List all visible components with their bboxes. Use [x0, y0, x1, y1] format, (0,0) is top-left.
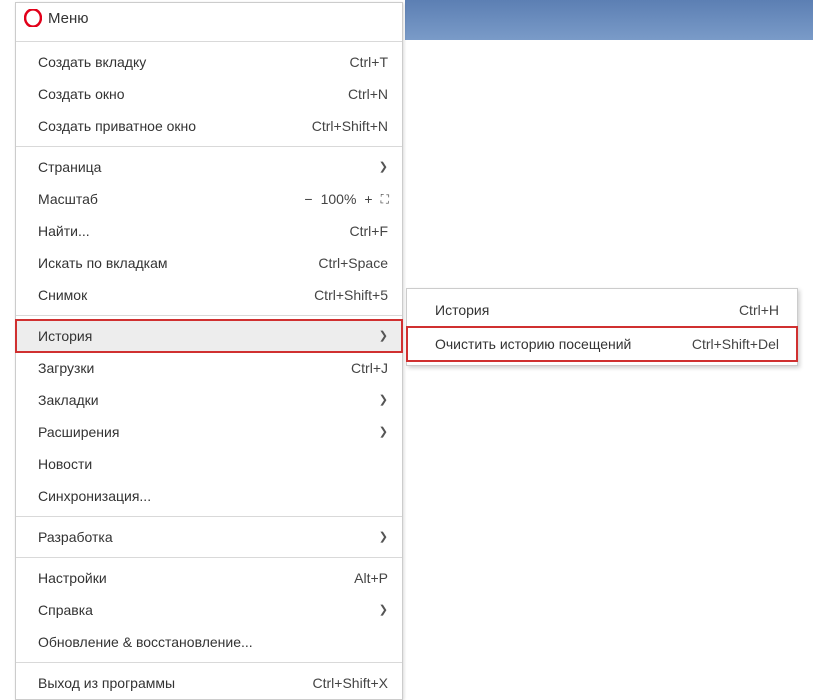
menu-bookmarks[interactable]: Закладки ❯ — [16, 384, 402, 416]
menu-item-label: История — [38, 326, 368, 346]
menu-item-label: Очистить историю посещений — [435, 334, 672, 354]
menu-item-label: Настройки — [38, 568, 334, 588]
zoom-in-button[interactable]: + — [362, 189, 374, 209]
menu-title: Меню — [48, 10, 89, 27]
menu-new-window[interactable]: Создать окно Ctrl+N — [16, 78, 402, 110]
menu-find[interactable]: Найти... Ctrl+F — [16, 215, 402, 247]
menu-item-label: Искать по вкладкам — [38, 253, 298, 273]
chevron-right-icon: ❯ — [378, 157, 388, 177]
chevron-right-icon: ❯ — [378, 422, 388, 442]
opera-logo-icon — [24, 9, 42, 27]
menu-extensions[interactable]: Расширения ❯ — [16, 416, 402, 448]
menu-title-row: Меню — [16, 3, 402, 37]
menu-item-label: Найти... — [38, 221, 330, 241]
submenu-open-history[interactable]: История Ctrl+H — [407, 293, 797, 327]
menu-snapshot[interactable]: Снимок Ctrl+Shift+5 — [16, 279, 402, 311]
zoom-controls: − 100% + ⛶ — [302, 189, 388, 209]
menu-item-shortcut: Ctrl+J — [351, 358, 388, 378]
menu-news[interactable]: Новости — [16, 448, 402, 480]
menu-item-label: Обновление & восстановление... — [38, 632, 388, 652]
menu-item-shortcut: Alt+P — [354, 568, 388, 588]
main-menu: Меню Создать вкладку Ctrl+T Создать окно… — [15, 2, 403, 700]
menu-item-shortcut: Ctrl+H — [739, 300, 779, 320]
menu-new-private-window[interactable]: Создать приватное окно Ctrl+Shift+N — [16, 110, 402, 142]
menu-settings[interactable]: Настройки Alt+P — [16, 562, 402, 594]
menu-item-label: Снимок — [38, 285, 294, 305]
chevron-right-icon: ❯ — [378, 600, 388, 620]
zoom-value: 100% — [321, 189, 357, 209]
chevron-right-icon: ❯ — [378, 390, 388, 410]
menu-new-tab[interactable]: Создать вкладку Ctrl+T — [16, 46, 402, 78]
submenu-clear-history[interactable]: Очистить историю посещений Ctrl+Shift+De… — [407, 327, 797, 361]
menu-history[interactable]: История ❯ — [16, 320, 402, 352]
zoom-out-button[interactable]: − — [302, 189, 314, 209]
separator — [16, 315, 402, 316]
chevron-right-icon: ❯ — [378, 326, 388, 346]
separator — [16, 662, 402, 663]
menu-develop[interactable]: Разработка ❯ — [16, 521, 402, 553]
menu-exit[interactable]: Выход из программы Ctrl+Shift+X — [16, 667, 402, 699]
menu-help[interactable]: Справка ❯ — [16, 594, 402, 626]
window-tab-bar — [405, 0, 813, 40]
menu-update[interactable]: Обновление & восстановление... — [16, 626, 402, 658]
separator — [16, 557, 402, 558]
fullscreen-icon[interactable]: ⛶ — [381, 189, 388, 209]
menu-item-shortcut: Ctrl+T — [350, 52, 389, 72]
menu-item-label: Разработка — [38, 527, 368, 547]
menu-tab-search[interactable]: Искать по вкладкам Ctrl+Space — [16, 247, 402, 279]
menu-item-shortcut: Ctrl+F — [350, 221, 389, 241]
history-submenu: История Ctrl+H Очистить историю посещени… — [406, 288, 798, 366]
menu-item-label: Загрузки — [38, 358, 331, 378]
menu-page[interactable]: Страница ❯ — [16, 151, 402, 183]
menu-item-shortcut: Ctrl+Shift+5 — [314, 285, 388, 305]
menu-item-label: Расширения — [38, 422, 368, 442]
menu-item-label: Страница — [38, 157, 368, 177]
menu-item-shortcut: Ctrl+N — [348, 84, 388, 104]
menu-item-label: Синхронизация... — [38, 486, 388, 506]
menu-item-label: Создать приватное окно — [38, 116, 292, 136]
menu-sync[interactable]: Синхронизация... — [16, 480, 402, 512]
menu-item-label: Справка — [38, 600, 368, 620]
menu-item-shortcut: Ctrl+Shift+X — [313, 673, 388, 693]
menu-item-shortcut: Ctrl+Shift+N — [312, 116, 388, 136]
menu-item-label: Выход из программы — [38, 673, 293, 693]
menu-item-label: История — [435, 300, 719, 320]
menu-downloads[interactable]: Загрузки Ctrl+J — [16, 352, 402, 384]
chevron-right-icon: ❯ — [378, 527, 388, 547]
menu-item-label: Новости — [38, 454, 388, 474]
separator — [16, 146, 402, 147]
menu-item-shortcut: Ctrl+Space — [318, 253, 388, 273]
menu-item-label: Создать окно — [38, 84, 328, 104]
menu-item-label: Закладки — [38, 390, 368, 410]
menu-item-shortcut: Ctrl+Shift+Del — [692, 334, 779, 354]
separator — [16, 516, 402, 517]
menu-item-label: Создать вкладку — [38, 52, 330, 72]
menu-zoom[interactable]: Масштаб − 100% + ⛶ — [16, 183, 402, 215]
menu-item-label: Масштаб — [38, 189, 302, 209]
separator — [16, 41, 402, 42]
